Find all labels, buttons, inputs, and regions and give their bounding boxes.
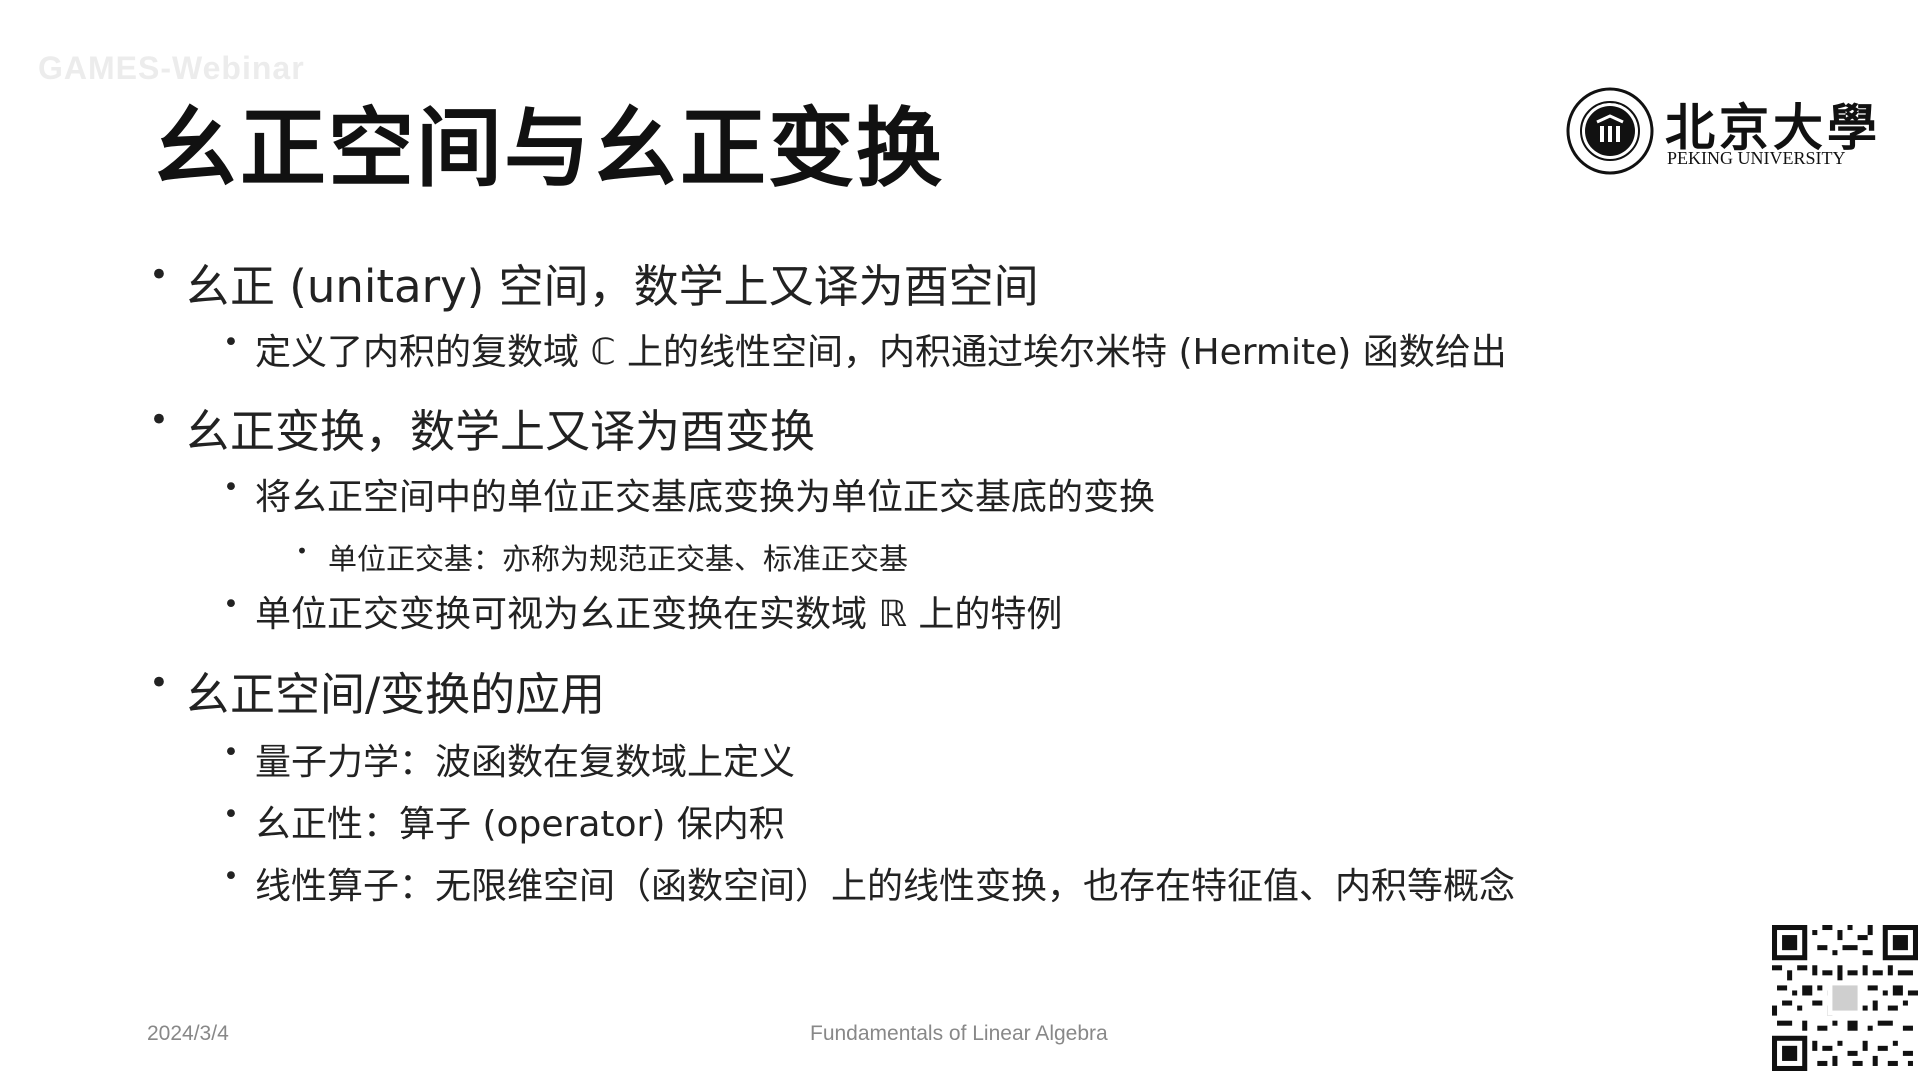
- bullet-text: 量子力学：波函数在复数域上定义: [255, 742, 796, 783]
- bullet-text: 幺正性：算子 (operator) 保内积: [255, 804, 785, 845]
- bullet-text: 单位正交变换可视为幺正变换在实数域 ℝ 上的特例: [255, 594, 1063, 635]
- bullet-item: • 线性算子：无限维空间（函数空间）上的线性变换，也存在特征值、内积等概念: [223, 857, 1516, 909]
- bullet-item: • 单位正交变换可视为幺正变换在实数域 ℝ 上的特例: [223, 585, 1063, 637]
- slide-title: 幺正空间与幺正变换: [152, 98, 944, 199]
- bullet-dot: •: [223, 589, 239, 621]
- bullet-text: 定义了内积的复数域 ℂ 上的线性空间，内积通过埃尔米特 (Hermite) 函数…: [255, 332, 1507, 373]
- bullet-text: 单位正交基：亦称为规范正交基、标准正交基: [328, 542, 909, 576]
- university-logo: 北京大學 PEKING UNIVERSITY: [1565, 86, 1877, 176]
- bullet-item: • 幺正空间/变换的应用: [149, 658, 606, 723]
- bullet-item: • 幺正 (unitary) 空间，数学上又译为酉空间: [149, 250, 1039, 315]
- bullet-item: • 量子力学：波函数在复数域上定义: [223, 733, 796, 785]
- footer-date: 2024/3/4: [147, 1022, 229, 1045]
- bullet-dot: •: [149, 663, 169, 703]
- bullet-text: 幺正变换，数学上又译为酉变换: [185, 405, 816, 458]
- bullet-item: • 幺正变换，数学上又译为酉变换: [149, 395, 816, 460]
- bullet-dot: •: [149, 400, 169, 440]
- bullet-dot: •: [223, 327, 239, 359]
- bullet-dot: •: [223, 861, 239, 893]
- bullet-dot: •: [296, 539, 308, 564]
- slide: GAMES-Webinar 幺正空间与幺正变换 北京大學 PEKING UNIV…: [0, 0, 1920, 1080]
- bullet-text: 将幺正空间中的单位正交基底变换为单位正交基底的变换: [255, 477, 1156, 518]
- university-seal-icon: [1566, 87, 1654, 175]
- bullet-item: • 定义了内积的复数域 ℂ 上的线性空间，内积通过埃尔米特 (Hermite) …: [223, 323, 1507, 375]
- footer-course-title: Fundamentals of Linear Algebra: [810, 1022, 1108, 1045]
- bullet-item: • 将幺正空间中的单位正交基底变换为单位正交基底的变换: [223, 468, 1156, 520]
- bullet-dot: •: [149, 255, 169, 295]
- bullet-text: 幺正 (unitary) 空间，数学上又译为酉空间: [185, 260, 1039, 313]
- bullet-dot: •: [223, 472, 239, 504]
- bullet-dot: •: [223, 737, 239, 769]
- bullet-item: • 单位正交基：亦称为规范正交基、标准正交基: [296, 536, 909, 578]
- bullet-dot: •: [223, 799, 239, 831]
- bullet-item: • 幺正性：算子 (operator) 保内积: [223, 795, 785, 847]
- bullet-text: 幺正空间/变换的应用: [185, 668, 606, 721]
- qr-code-icon: [1772, 925, 1918, 1071]
- bullet-text: 线性算子：无限维空间（函数空间）上的线性变换，也存在特征值、内积等概念: [255, 866, 1516, 907]
- logo-english-name: PEKING UNIVERSITY: [1667, 148, 1846, 168]
